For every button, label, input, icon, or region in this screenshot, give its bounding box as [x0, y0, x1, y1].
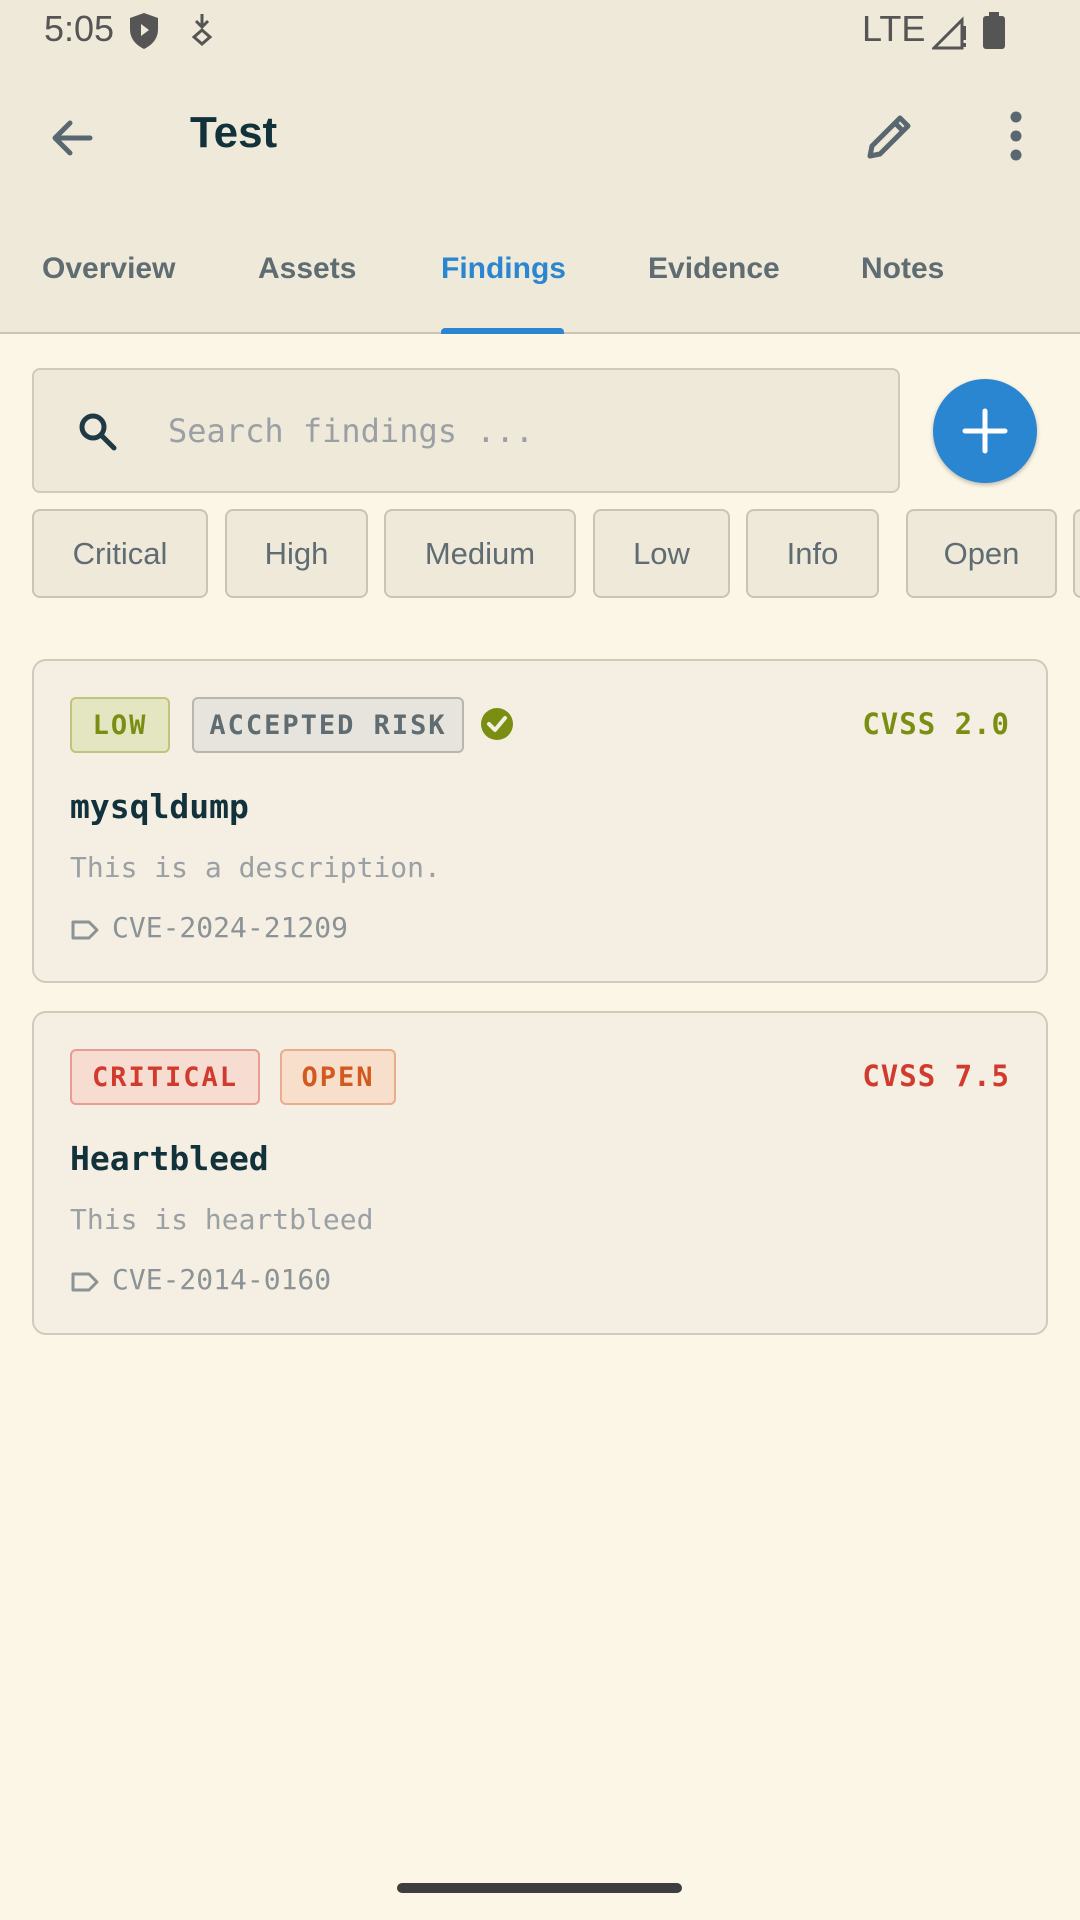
home-indicator[interactable]	[397, 1883, 682, 1893]
finding-title: mysqldump	[70, 787, 249, 826]
app-root: 5:05 LTE Test Overview Assets Findings E…	[0, 0, 1080, 1920]
tab-indicator	[441, 328, 564, 334]
tab-notes[interactable]: Notes	[861, 252, 944, 286]
tab-evidence[interactable]: Evidence	[648, 252, 780, 286]
tag-icon	[71, 920, 99, 940]
edit-icon[interactable]	[862, 108, 918, 164]
filter-chip-info[interactable]: Info	[746, 509, 879, 598]
filter-chip-high[interactable]: High	[225, 509, 368, 598]
back-arrow-icon[interactable]	[44, 110, 100, 166]
signal-icon	[932, 16, 966, 50]
filter-chip-overflow[interactable]	[1073, 509, 1080, 598]
finding-description: This is heartbleed	[70, 1203, 374, 1236]
search-input[interactable]	[168, 400, 868, 462]
search-icon	[79, 413, 117, 451]
page-title: Test	[190, 108, 278, 157]
filter-chip-open[interactable]: Open	[906, 509, 1057, 598]
battery-icon	[983, 12, 1005, 49]
tab-overview[interactable]: Overview	[42, 252, 175, 286]
tab-bar: Overview Assets Findings Evidence Notes	[0, 212, 1080, 334]
finding-card[interactable]: LOW ACCEPTED RISK CVSS 2.0 mysqldump Thi…	[32, 659, 1048, 983]
status-time: 5:05	[44, 8, 115, 49]
tab-findings[interactable]: Findings	[441, 252, 566, 286]
cve-id: CVE-2014-0160	[112, 1263, 332, 1296]
filter-chip-critical[interactable]: Critical	[32, 509, 208, 598]
status-badge: ACCEPTED RISK	[192, 697, 464, 753]
status-badge: OPEN	[280, 1049, 396, 1105]
cvss-score: CVSS 2.0	[862, 707, 1010, 741]
cvss-score: CVSS 7.5	[862, 1059, 1010, 1093]
app-bar: Test	[0, 62, 1080, 212]
finding-card[interactable]: CRITICAL OPEN CVSS 7.5 Heartbleed This i…	[32, 1011, 1048, 1335]
tab-assets[interactable]: Assets	[258, 252, 356, 286]
more-vert-icon[interactable]	[990, 108, 1042, 164]
add-finding-button[interactable]	[933, 379, 1037, 483]
filter-chip-medium[interactable]: Medium	[384, 509, 576, 598]
cve-id: CVE-2024-21209	[112, 911, 349, 944]
tag-icon	[71, 1272, 99, 1292]
download-icon	[191, 14, 213, 46]
status-bar: 5:05 LTE	[0, 0, 1080, 62]
add-icon	[962, 408, 1008, 454]
finding-description: This is a description.	[70, 851, 441, 884]
shield-icon	[130, 13, 158, 49]
severity-badge: LOW	[70, 697, 170, 753]
filter-chip-low[interactable]: Low	[593, 509, 730, 598]
finding-title: Heartbleed	[70, 1139, 269, 1178]
search-box	[32, 368, 900, 493]
severity-badge: CRITICAL	[70, 1049, 260, 1105]
check-circle-icon	[481, 708, 513, 740]
network-type: LTE	[862, 8, 926, 49]
